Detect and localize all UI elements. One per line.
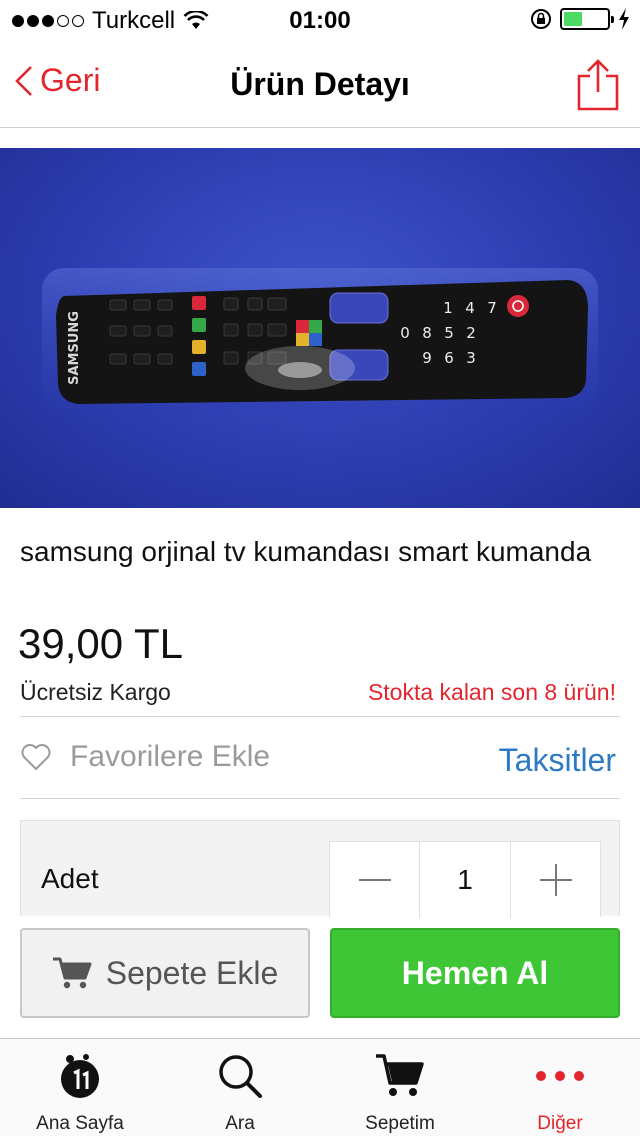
rotation-lock-icon (531, 9, 551, 29)
svg-text:4: 4 (465, 299, 475, 317)
tab-home-label: Ana Sayfa (36, 1113, 124, 1134)
product-image[interactable]: SAMSUNG 147 0852 963 (0, 148, 640, 508)
shipping-info: Ücretsiz Kargo (20, 679, 171, 705)
decrease-quantity-button[interactable] (330, 842, 419, 918)
brand-logo-text: SAMSUNG (67, 311, 82, 385)
remote-control-illustration: SAMSUNG 147 0852 963 (42, 268, 598, 412)
more-icon (480, 1051, 640, 1101)
share-button[interactable] (576, 58, 620, 117)
quantity-stepper: 1 (329, 841, 601, 918)
svg-text:6: 6 (444, 349, 454, 367)
divider (20, 716, 620, 717)
divider (20, 798, 620, 799)
quantity-panel: Adet 1 (20, 820, 620, 918)
heart-icon (21, 744, 51, 770)
tab-more[interactable]: Diğer (480, 1039, 640, 1136)
navigation-bar: Geri Ürün Detayı (0, 40, 640, 128)
battery-icon (560, 8, 614, 30)
increase-quantity-button[interactable] (511, 842, 600, 918)
plus-icon (539, 864, 572, 896)
search-icon (160, 1051, 320, 1101)
tab-more-label: Diğer (537, 1113, 583, 1134)
svg-text:9: 9 (422, 349, 432, 367)
cart-icon (52, 957, 92, 989)
tab-home[interactable]: Ana Sayfa (0, 1039, 160, 1136)
cart-icon (320, 1051, 480, 1101)
svg-text:1: 1 (443, 299, 453, 317)
home-logo-icon (0, 1051, 160, 1101)
page-title: Ürün Detayı (230, 66, 410, 102)
svg-text:2: 2 (466, 324, 476, 342)
svg-text:8: 8 (422, 324, 432, 342)
svg-text:0: 0 (400, 324, 410, 342)
device-status (530, 8, 630, 30)
tab-cart-label: Sepetim (365, 1113, 435, 1134)
add-to-favorites-button[interactable]: Favorilere Ekle (20, 740, 270, 774)
product-price: 39,00 TL (18, 620, 184, 667)
product-title: samsung orjinal tv kumandası smart kuman… (20, 536, 592, 567)
favorites-label: Favorilere Ekle (70, 740, 271, 773)
add-to-cart-label: Sepete Ekle (105, 954, 279, 991)
minus-icon (358, 879, 391, 881)
charging-bolt-icon (619, 8, 629, 30)
tab-cart[interactable]: Sepetim (320, 1039, 480, 1136)
share-icon (577, 59, 619, 111)
add-to-cart-button[interactable]: Sepete Ekle (20, 928, 310, 1018)
svg-text:3: 3 (466, 349, 476, 367)
quantity-value[interactable]: 1 (419, 842, 511, 918)
svg-text:5: 5 (444, 324, 454, 342)
svg-text:7: 7 (487, 299, 497, 317)
installments-link[interactable]: Taksitler (499, 742, 616, 779)
stock-warning: Stokta kalan son 8 ürün! (367, 679, 616, 705)
buy-now-button[interactable]: Hemen Al (330, 928, 620, 1018)
tab-search-label: Ara (225, 1113, 255, 1134)
tab-bar: Ana Sayfa Ara Sepetim Diğer (0, 1038, 640, 1136)
buy-now-label: Hemen Al (401, 954, 549, 991)
quantity-label: Adet (41, 863, 99, 894)
tab-search[interactable]: Ara (160, 1039, 320, 1136)
status-bar: Turkcell 01:00 (0, 0, 640, 40)
